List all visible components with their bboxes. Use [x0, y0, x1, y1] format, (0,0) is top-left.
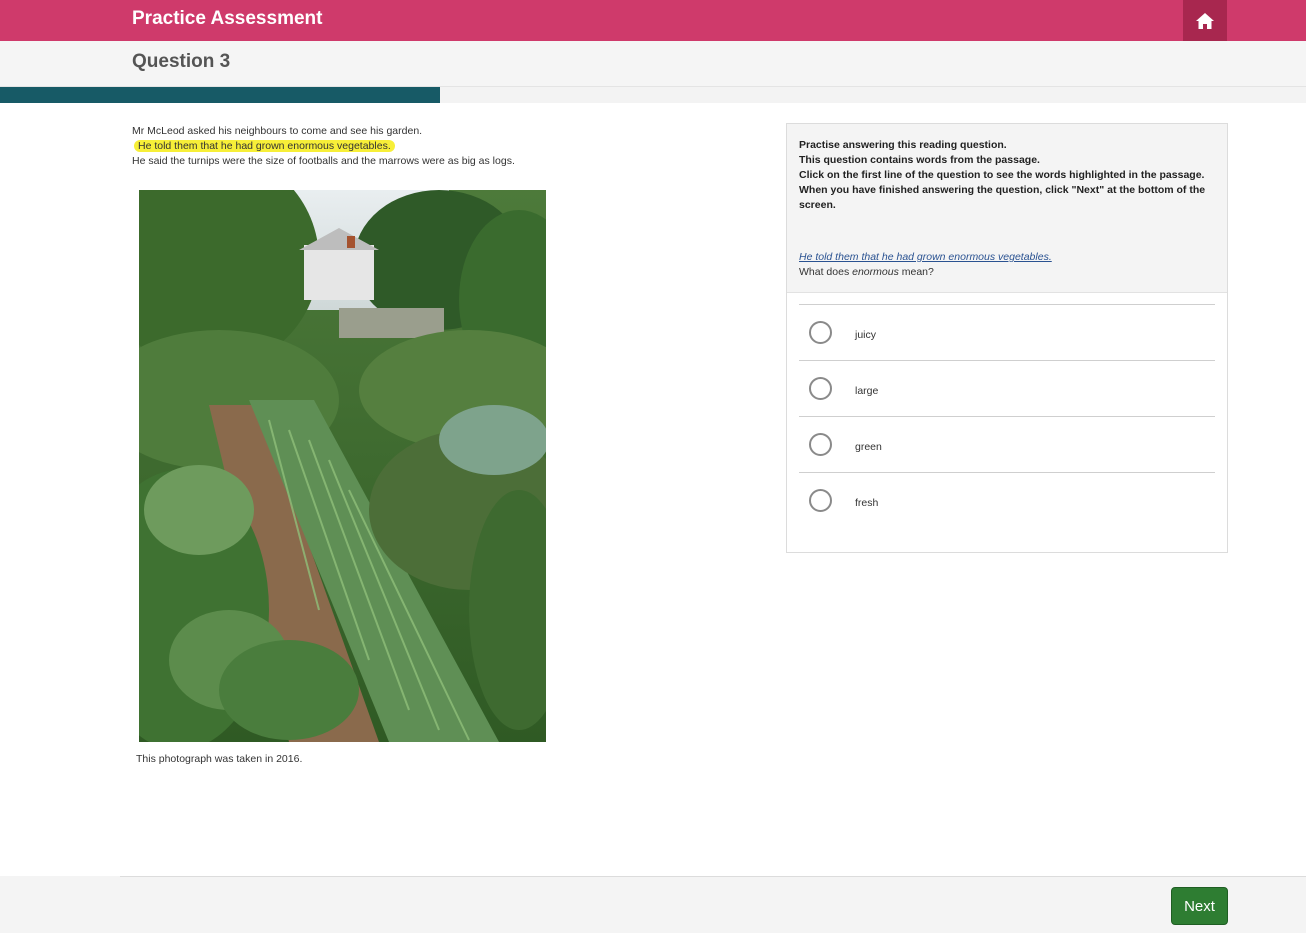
answer-option-large[interactable]: large: [799, 360, 1215, 416]
answer-option-fresh[interactable]: fresh: [799, 472, 1215, 528]
question-panel-header: Practise answering this reading question…: [787, 124, 1227, 293]
instructions: Practise answering this reading question…: [799, 138, 1219, 213]
next-button[interactable]: Next: [1171, 887, 1228, 925]
answer-option-juicy[interactable]: juicy: [799, 304, 1215, 360]
question-word: enormous: [852, 266, 899, 278]
instruction-line: This question contains words from the pa…: [799, 154, 1040, 166]
progress-bar-fill: [0, 87, 441, 103]
garden-photo: [139, 190, 546, 742]
question-suffix: mean?: [898, 266, 934, 278]
home-button[interactable]: [1183, 0, 1227, 41]
instruction-line: Practise answering this reading question…: [799, 139, 1007, 151]
answer-label: green: [855, 441, 882, 453]
answer-label: fresh: [855, 497, 879, 509]
question-panel: Practise answering this reading question…: [786, 123, 1228, 553]
question-highlight-link[interactable]: He told them that he had grown enormous …: [799, 251, 1052, 263]
app-title: Practice Assessment: [132, 8, 323, 29]
radio-button[interactable]: [809, 433, 832, 456]
instruction-line: When you have finished answering the que…: [799, 184, 1206, 211]
radio-button[interactable]: [809, 377, 832, 400]
footer-divider: [120, 876, 1306, 877]
question-title: Question 3: [132, 51, 231, 72]
answer-option-green[interactable]: green: [799, 416, 1215, 472]
reading-passage: Mr McLeod asked his neighbours to come a…: [132, 124, 752, 169]
instruction-line: Click on the first line of the question …: [799, 169, 1205, 181]
footer-bar: [0, 876, 1306, 933]
passage-line-1: Mr McLeod asked his neighbours to come a…: [132, 125, 423, 137]
answer-options: juicy large green fresh: [799, 304, 1215, 528]
passage-line-2: He told them that he had grown enormous …: [132, 139, 752, 154]
highlighted-text: He told them that he had grown enormous …: [134, 140, 395, 152]
top-bar: Practice Assessment: [0, 0, 1306, 41]
answer-label: large: [855, 385, 879, 397]
progress-bar: [0, 87, 1306, 103]
photo-caption: This photograph was taken in 2016.: [136, 753, 303, 765]
passage-line-3: He said the turnips were the size of foo…: [132, 155, 515, 167]
radio-button[interactable]: [809, 489, 832, 512]
radio-button[interactable]: [809, 321, 832, 344]
home-icon: [1196, 12, 1214, 29]
question-prefix: What does: [799, 266, 853, 278]
question-text: What does enormous mean?: [799, 266, 934, 278]
answer-label: juicy: [855, 329, 877, 341]
